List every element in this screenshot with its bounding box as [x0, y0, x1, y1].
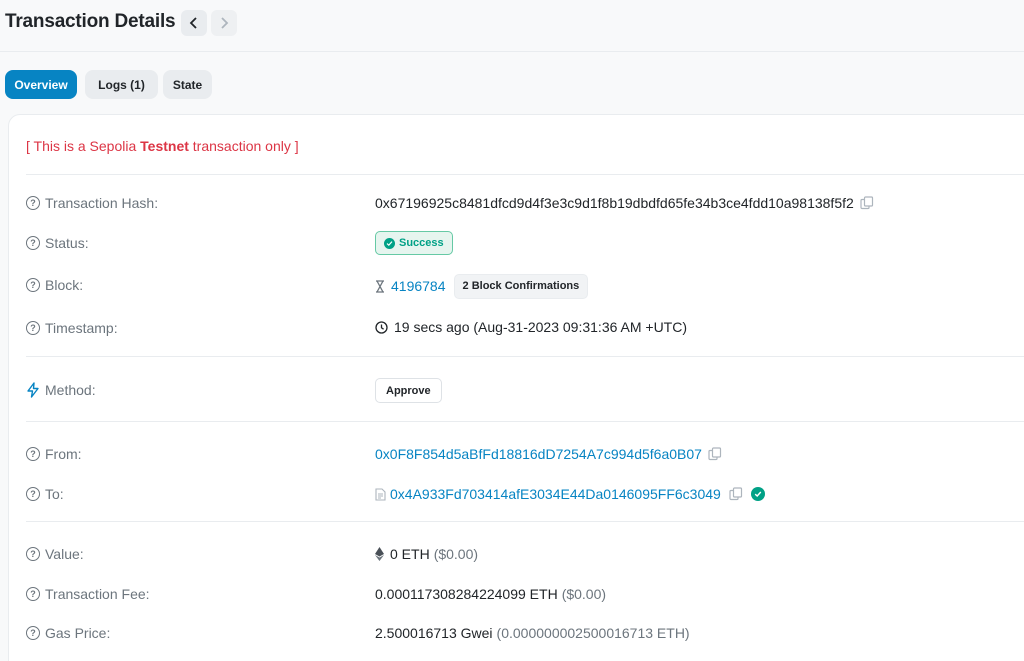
question-icon[interactable]: ? — [26, 487, 40, 501]
block-number-link[interactable]: 4196784 — [391, 278, 446, 294]
chevron-right-icon — [221, 17, 229, 29]
copy-icon[interactable] — [729, 487, 743, 501]
transaction-fee-value: 0.000117308284224099 ETH ($0.00) — [375, 586, 607, 602]
ethereum-icon — [375, 547, 384, 561]
from-address-link[interactable]: 0x0F8F854d5aBfFd18816dD7254A7c994d5f6a0B… — [375, 446, 702, 462]
divider — [26, 421, 1024, 422]
tx-hash-label: ? Transaction Hash: — [26, 193, 158, 213]
contract-file-icon — [375, 487, 386, 501]
gas-price-value: 2.500016713 Gwei (0.000000002500016713 E… — [375, 625, 690, 641]
tx-hash-value: 0x67196925c8481dfcd9d4f3e3c9d1f8b19dbdfd… — [375, 193, 874, 213]
question-icon[interactable]: ? — [26, 196, 40, 210]
clock-icon — [375, 320, 388, 334]
gas-price-label: ? Gas Price: — [26, 623, 110, 643]
block-confirmations-badge: 2 Block Confirmations — [453, 273, 589, 299]
question-icon[interactable]: ? — [26, 447, 40, 461]
hourglass-icon — [376, 279, 384, 293]
block-label: ? Block: — [26, 275, 83, 295]
check-circle-icon — [384, 237, 395, 249]
to-contract-link[interactable]: 0x4A933Fd703414afE3034E44Da0146095FF6c30… — [390, 486, 721, 502]
divider — [26, 521, 1024, 522]
from-label: ? From: — [26, 444, 82, 464]
next-transaction-button[interactable] — [211, 10, 237, 36]
method-label: Method: — [26, 380, 96, 400]
status-label: ? Status: — [26, 233, 89, 253]
block-value: 4196784 2 Block Confirmations — [375, 273, 589, 299]
value-value: 0 ETH ($0.00) — [375, 544, 478, 564]
transaction-fee-label: ? Transaction Fee: — [26, 584, 150, 604]
value-label: ? Value: — [26, 544, 84, 564]
lightning-icon[interactable] — [26, 382, 40, 398]
question-icon[interactable]: ? — [26, 278, 40, 292]
tx-hash-text[interactable]: 0x67196925c8481dfcd9d4f3e3c9d1f8b19dbdfd… — [375, 195, 854, 211]
testnet-notice: [ This is a Sepolia Testnet transaction … — [26, 138, 299, 154]
to-label: ? To: — [26, 484, 64, 504]
copy-icon[interactable] — [708, 447, 722, 461]
timestamp-value: 19 secs ago (Aug-31-2023 09:31:36 AM +UT… — [375, 317, 687, 337]
question-icon[interactable]: ? — [26, 626, 40, 640]
divider — [26, 174, 1024, 175]
previous-transaction-button[interactable] — [181, 10, 207, 36]
question-icon[interactable]: ? — [26, 547, 40, 561]
method-badge: Approve — [375, 378, 442, 403]
verified-check-icon — [750, 487, 765, 501]
copy-icon[interactable] — [860, 196, 874, 210]
to-value: 0x4A933Fd703414afE3034E44Da0146095FF6c30… — [375, 484, 765, 504]
from-value: 0x0F8F854d5aBfFd18816dD7254A7c994d5f6a0B… — [375, 444, 722, 464]
question-icon[interactable]: ? — [26, 587, 40, 601]
timestamp-label: ? Timestamp: — [26, 318, 118, 338]
chevron-left-icon — [189, 17, 197, 29]
tab-state[interactable]: State — [163, 70, 212, 99]
page-header: Transaction Details — [0, 0, 1024, 52]
page-title: Transaction Details — [5, 11, 176, 32]
question-icon[interactable]: ? — [26, 321, 40, 335]
status-badge: Success — [375, 231, 453, 255]
method-value: Approve — [375, 378, 442, 403]
divider — [26, 356, 1024, 357]
tab-logs[interactable]: Logs (1) — [85, 70, 158, 99]
status-value: Success — [375, 231, 453, 255]
tab-overview[interactable]: Overview — [5, 70, 77, 99]
question-icon[interactable]: ? — [26, 236, 40, 250]
